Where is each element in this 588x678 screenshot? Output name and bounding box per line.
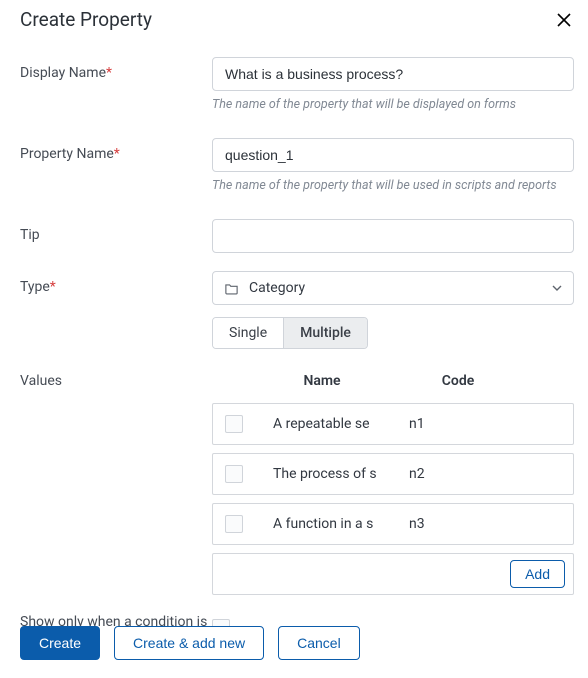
create-add-new-button[interactable]: Create & add new: [114, 626, 264, 660]
property-name-helper: The name of the property that will be us…: [212, 178, 574, 193]
value-row-checkbox[interactable]: [225, 415, 243, 433]
values-header-code: Code: [392, 373, 574, 389]
property-name-label: Property Name*: [20, 138, 212, 162]
value-row-checkbox[interactable]: [225, 515, 243, 533]
display-name-helper: The name of the property that will be di…: [212, 97, 574, 112]
tip-label: Tip: [20, 219, 212, 243]
mode-multiple[interactable]: Multiple: [283, 318, 367, 348]
type-mode-toggle: Single Multiple: [212, 317, 368, 349]
value-row-code: n3: [401, 516, 565, 532]
mode-single[interactable]: Single: [213, 318, 283, 348]
value-row-code: n2: [401, 466, 565, 482]
type-value: Category: [249, 280, 305, 296]
create-button[interactable]: Create: [20, 626, 100, 660]
value-row[interactable]: The process of s n2: [212, 453, 574, 495]
folder-icon: [223, 280, 239, 296]
chevron-down-icon: [551, 282, 563, 294]
property-name-input[interactable]: [212, 138, 574, 172]
value-row-code: n1: [401, 416, 565, 432]
value-row-name: The process of s: [261, 466, 401, 482]
type-select[interactable]: Category: [212, 271, 574, 305]
value-add-row: Add: [212, 553, 574, 595]
tip-input[interactable]: [212, 219, 574, 253]
values-header-name: Name: [252, 373, 392, 389]
close-icon[interactable]: [554, 10, 574, 30]
display-name-label: Display Name*: [20, 57, 212, 81]
display-name-input[interactable]: [212, 57, 574, 91]
dialog-title: Create Property: [20, 8, 152, 31]
type-label: Type*: [20, 271, 212, 295]
cancel-button[interactable]: Cancel: [278, 626, 360, 660]
value-row[interactable]: A repeatable se n1: [212, 403, 574, 445]
value-row-name: A repeatable se: [261, 416, 401, 432]
value-row[interactable]: A function in a s n3: [212, 503, 574, 545]
add-value-button[interactable]: Add: [510, 560, 565, 588]
value-row-name: A function in a s: [261, 516, 401, 532]
values-label: Values: [20, 365, 212, 389]
value-row-checkbox[interactable]: [225, 465, 243, 483]
